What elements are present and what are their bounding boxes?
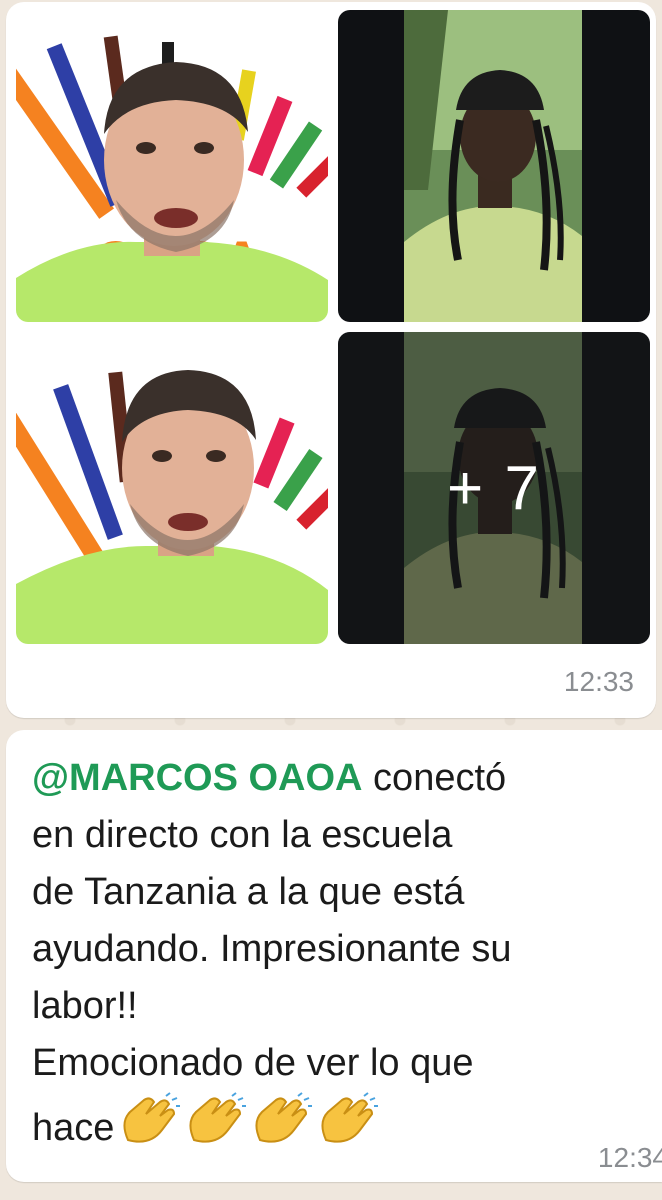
message-line-5: labor!! — [32, 985, 138, 1027]
clapping-hands-icon — [321, 1092, 379, 1143]
message-line-1: conectó — [362, 757, 507, 799]
message-line-4: ayudando. Impresionante su — [32, 928, 512, 970]
photo-thumbnail-2[interactable] — [338, 10, 650, 322]
photo-thumbnail-1[interactable]: OAOA — [16, 10, 328, 322]
user-mention-link[interactable]: @MARCOS OAOA — [32, 757, 363, 799]
photo-thumbnail-4[interactable]: + 7 — [338, 332, 650, 644]
media-message-bubble[interactable]: OAOA — [6, 2, 656, 718]
outdoor-man-photo-icon — [338, 10, 650, 322]
clapping-hands-icon — [255, 1092, 313, 1143]
message-timestamp: 12:33 — [563, 666, 634, 697]
more-photos-overlay[interactable]: + 7 — [338, 332, 650, 644]
text-message-bubble[interactable]: @MARCOS OAOA conectó en directo con la e… — [6, 730, 662, 1182]
presenter-photo-icon: OAOA — [16, 10, 328, 322]
photo-thumbnail-3[interactable] — [16, 332, 328, 644]
message-line-3: de Tanzania a la que está — [32, 871, 465, 913]
presenter-photo-icon — [16, 332, 328, 644]
message-timestamp: 12:34 — [597, 1142, 662, 1173]
clapping-hands-icon — [123, 1092, 181, 1143]
message-line-6: Emocionado de ver lo que — [32, 1042, 474, 1084]
clapping-hands-icon — [189, 1092, 247, 1143]
more-photos-count: + 7 — [447, 453, 541, 523]
clapping-hands-emoji — [116, 1092, 380, 1163]
message-line-2: en directo con la escuela — [32, 814, 453, 856]
message-line-7: hace — [32, 1107, 115, 1149]
message-text: @MARCOS OAOA conectó en directo con la e… — [32, 750, 642, 1163]
